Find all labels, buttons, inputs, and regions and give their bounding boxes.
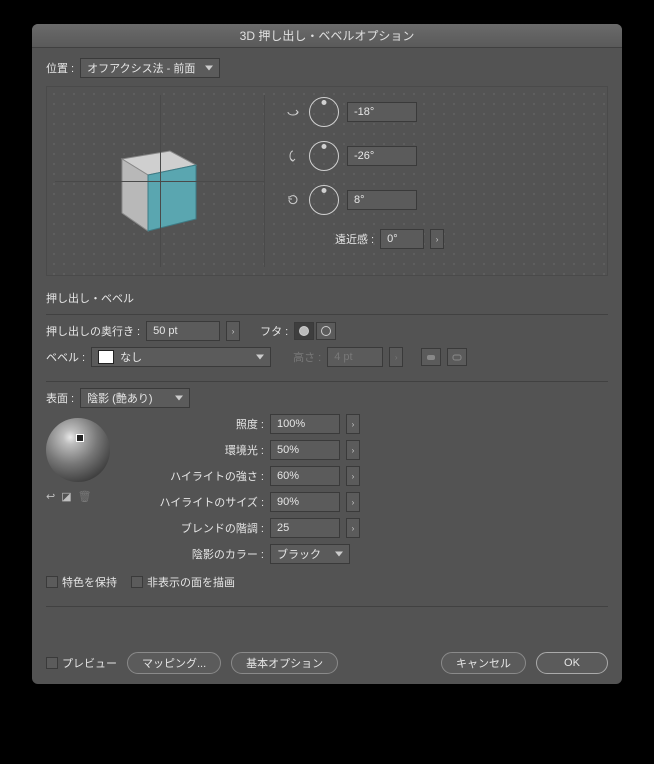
cap-hollow-icon — [321, 326, 331, 336]
blend-steps-input[interactable] — [270, 518, 340, 538]
rotate-y-input[interactable] — [347, 146, 417, 166]
ok-button[interactable]: OK — [536, 652, 608, 674]
surface-select[interactable]: 陰影 (艶あり) — [80, 388, 190, 408]
highlight-intensity-label: ハイライトの強さ : — [146, 468, 264, 484]
bevel-in-button — [421, 348, 441, 366]
blend-steps-label: ブレンドの階調 : — [146, 520, 264, 536]
draw-hidden-label: 非表示の面を描画 — [147, 574, 235, 590]
perspective-label: 遠近感 : — [335, 231, 374, 247]
new-light-icon[interactable]: ◪ — [61, 490, 71, 503]
rotation-cube-widget[interactable] — [55, 95, 265, 267]
bevel-label: ベベル : — [46, 349, 85, 365]
bevel-height-label: 高さ : — [293, 349, 321, 365]
surface-label: 表面 : — [46, 390, 74, 406]
delete-light-icon[interactable]: 🗑 — [78, 490, 92, 503]
divider — [46, 314, 608, 315]
intensity-label: 照度 : — [146, 416, 264, 432]
shade-color-value: ブラック — [277, 546, 321, 562]
bevel-height-input — [327, 347, 383, 367]
mapping-button[interactable]: マッピング... — [127, 652, 221, 674]
bevel-value: なし — [120, 349, 142, 365]
rotate-x-icon — [285, 104, 301, 120]
window-title: 3D 押し出し・ベベルオプション — [32, 24, 622, 48]
rotation-preview-area: 遠近感 : › — [46, 86, 608, 276]
preview-label: プレビュー — [62, 655, 117, 671]
shade-color-label: 陰影のカラー : — [146, 546, 264, 562]
bevel-select[interactable]: なし — [91, 347, 271, 367]
position-label: 位置 : — [46, 60, 74, 76]
surface-value: 陰影 (艶あり) — [87, 390, 152, 406]
position-select[interactable]: オフアクシス法 - 前面 — [80, 58, 220, 78]
highlight-intensity-input[interactable] — [270, 466, 340, 486]
rotate-y-dial[interactable] — [309, 141, 339, 171]
highlight-size-input[interactable] — [270, 492, 340, 512]
perspective-input[interactable] — [380, 229, 424, 249]
basic-options-button[interactable]: 基本オプション — [231, 652, 338, 674]
rotate-x-input[interactable] — [347, 102, 417, 122]
extrude-depth-label: 押し出しの奥行き : — [46, 323, 140, 339]
ambient-label: 環境光 : — [146, 442, 264, 458]
highlight-size-label: ハイライトのサイズ : — [146, 494, 264, 510]
divider — [46, 606, 608, 607]
bevel-swatch-icon — [98, 350, 114, 364]
rotate-z-dial[interactable] — [309, 185, 339, 215]
bevel-height-stepper: › — [389, 347, 403, 367]
preserve-spot-label: 特色を保持 — [62, 574, 117, 590]
extrude-depth-input[interactable] — [146, 321, 220, 341]
rotate-y-icon — [285, 148, 301, 164]
cap-on-button[interactable] — [294, 322, 314, 340]
move-light-back-icon[interactable]: ↩ — [46, 490, 55, 503]
cap-off-button[interactable] — [316, 322, 336, 340]
preview-checkbox[interactable] — [46, 657, 58, 669]
intensity-stepper[interactable]: › — [346, 414, 360, 434]
ambient-stepper[interactable]: › — [346, 440, 360, 460]
perspective-stepper[interactable]: › — [430, 229, 444, 249]
preserve-spot-checkbox[interactable] — [46, 576, 58, 588]
ambient-input[interactable] — [270, 440, 340, 460]
rotate-x-dial[interactable] — [309, 97, 339, 127]
cap-solid-icon — [299, 326, 309, 336]
extrude-depth-stepper[interactable]: › — [226, 321, 240, 341]
dialog-3d-extrude-bevel: 3D 押し出し・ベベルオプション 位置 : オフアクシス法 - 前面 — [32, 24, 622, 684]
extrude-section-title: 押し出し・ベベル — [46, 290, 608, 306]
divider — [46, 381, 608, 382]
blend-steps-stepper[interactable]: › — [346, 518, 360, 538]
light-handle[interactable] — [76, 434, 84, 442]
bevel-out-button — [447, 348, 467, 366]
rotate-z-input[interactable] — [347, 190, 417, 210]
highlight-intensity-stepper[interactable]: › — [346, 466, 360, 486]
cap-label: フタ : — [260, 323, 288, 339]
intensity-input[interactable] — [270, 414, 340, 434]
light-sphere-widget[interactable] — [46, 418, 110, 482]
shade-color-select[interactable]: ブラック — [270, 544, 350, 564]
position-value: オフアクシス法 - 前面 — [87, 60, 195, 76]
draw-hidden-checkbox[interactable] — [131, 576, 143, 588]
highlight-size-stepper[interactable]: › — [346, 492, 360, 512]
rotate-z-icon — [285, 192, 301, 208]
cancel-button[interactable]: キャンセル — [441, 652, 526, 674]
